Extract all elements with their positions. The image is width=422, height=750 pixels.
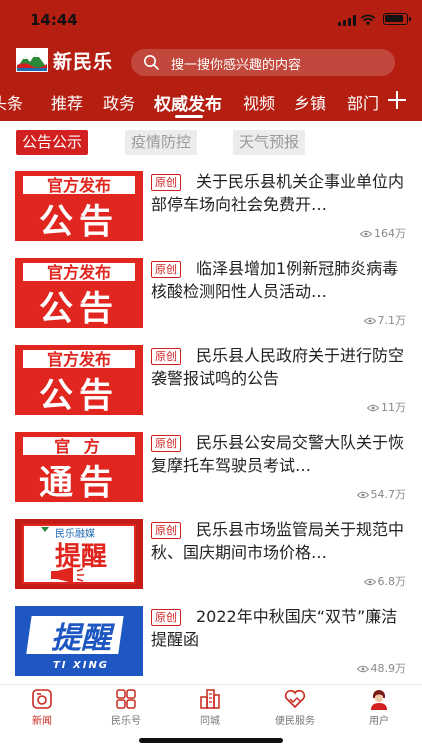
view-count-value: 11万 bbox=[381, 401, 406, 414]
tab-official-release[interactable]: 权威发布 bbox=[154, 90, 222, 115]
tab-department[interactable]: 部门 bbox=[347, 90, 379, 114]
svg-text:通告: 通告 bbox=[39, 463, 119, 502]
tab-township[interactable]: 乡镇 bbox=[294, 90, 326, 114]
tabbar-minlehao[interactable]: 民乐号 bbox=[96, 687, 156, 727]
svg-text:官方发布: 官方发布 bbox=[47, 350, 111, 369]
announcement-thumbnail: 官方发布 公告 bbox=[15, 258, 143, 328]
article-title: 民乐县公安局交警大队关于恢复摩托车驾驶员考试… bbox=[151, 433, 405, 475]
article-title: 关于民乐县机关企事业单位内部停车场向社会免费开… bbox=[151, 172, 405, 214]
view-count-value: 7.1万 bbox=[377, 314, 407, 327]
tabbar-services[interactable]: 便民服务 bbox=[265, 687, 325, 727]
svg-text:提醒: 提醒 bbox=[51, 621, 116, 656]
search-placeholder: 搜一搜你感兴趣的内容 bbox=[171, 58, 302, 73]
subtab-epidemic-control[interactable]: 疫情防控 bbox=[125, 130, 198, 155]
channel-tabs: 头条 推荐 政务 权威发布 视频 乡镇 部门 bbox=[0, 86, 386, 120]
mountain-logo-icon bbox=[16, 48, 48, 72]
list-item[interactable]: 提醒 TI XING 原创 2022年中秋国庆“双节”廉洁提醒函 48.9万 bbox=[0, 599, 422, 686]
tab-video[interactable]: 视频 bbox=[243, 90, 275, 114]
app-name: 新民乐 bbox=[53, 51, 114, 73]
tabbar-user[interactable]: 用户 bbox=[349, 687, 409, 727]
tab-recommend[interactable]: 推荐 bbox=[51, 90, 83, 114]
search-icon bbox=[144, 55, 159, 70]
article-title: 临泽县增加1例新冠肺炎病毒核酸检测阳性人员活动… bbox=[151, 259, 399, 301]
view-count-value: 6.8万 bbox=[377, 575, 407, 588]
user-avatar-icon bbox=[371, 690, 387, 710]
tabbar-label: 用户 bbox=[369, 716, 389, 727]
reminder-thumbnail: 民乐融媒 提醒 bbox=[15, 519, 143, 589]
tabbar-news[interactable]: 新闻 bbox=[12, 687, 72, 727]
view-count: 6.8万 bbox=[363, 573, 407, 589]
tabbar-label: 民乐号 bbox=[111, 716, 141, 727]
list-item[interactable]: 官方发布 公告 原创 临泽县增加1例新冠肺炎病毒核酸检测阳性人员活动… 7.1万 bbox=[0, 251, 422, 338]
eye-icon bbox=[356, 665, 369, 673]
list-item[interactable]: 官 方 通告 原创 民乐县公安局交警大队关于恢复摩托车驾驶员考试… 54.7万 bbox=[0, 425, 422, 512]
svg-text:民乐融媒: 民乐融媒 bbox=[55, 528, 95, 540]
tab-government[interactable]: 政务 bbox=[103, 90, 135, 114]
view-count: 11万 bbox=[367, 399, 406, 415]
eye-icon bbox=[363, 578, 376, 586]
add-channel-icon[interactable] bbox=[386, 89, 408, 111]
eye-icon bbox=[356, 491, 369, 499]
wifi-icon bbox=[360, 14, 376, 26]
search-bar[interactable]: 搜一搜你感兴趣的内容 bbox=[131, 49, 395, 76]
svg-text:官方发布: 官方发布 bbox=[47, 176, 111, 195]
subtab-weather[interactable]: 天气预报 bbox=[233, 130, 306, 155]
svg-text:TI XING: TI XING bbox=[53, 660, 109, 671]
top-header: 14:44 新民乐 搜一搜你感兴趣的内容 头条 推荐 政务 权威发布 视频 乡镇 bbox=[0, 0, 422, 121]
view-count-value: 54.7万 bbox=[370, 488, 407, 501]
notice-thumbnail: 官 方 通告 bbox=[15, 432, 143, 502]
city-icon bbox=[200, 689, 220, 709]
tabbar-city[interactable]: 同城 bbox=[180, 687, 240, 727]
tab-headline[interactable]: 头条 bbox=[0, 90, 23, 114]
view-count: 7.1万 bbox=[363, 312, 407, 328]
list-item[interactable]: 民乐融媒 提醒 原创 民乐县市场监管局关于规范中秋、国庆期间市场价格… 6.8万 bbox=[0, 512, 422, 599]
eye-icon bbox=[367, 404, 379, 412]
subtab-announcements[interactable]: 公告公示 bbox=[16, 130, 89, 155]
svg-text:公告: 公告 bbox=[39, 289, 119, 328]
article-title: 2022年中秋国庆“双节”廉洁提醒函 bbox=[151, 607, 398, 649]
svg-text:公告: 公告 bbox=[39, 202, 119, 241]
svg-text:公告: 公告 bbox=[39, 376, 119, 415]
grid-icon bbox=[116, 689, 136, 709]
list-item[interactable]: 官方发布 公告 原创 民乐县人民政府关于进行防空袭警报试鸣的公告 11万 bbox=[0, 338, 422, 425]
tabbar-label: 同城 bbox=[200, 716, 220, 727]
eye-icon bbox=[363, 317, 376, 325]
signal-icon bbox=[338, 15, 356, 26]
svg-text:官 方: 官 方 bbox=[54, 437, 104, 456]
view-count: 164万 bbox=[360, 225, 406, 241]
article-title: 民乐县人民政府关于进行防空袭警报试鸣的公告 bbox=[151, 346, 405, 388]
view-count: 48.9万 bbox=[356, 660, 407, 676]
handshake-heart-icon bbox=[284, 689, 306, 709]
article-title: 民乐县市场监管局关于规范中秋、国庆期间市场价格… bbox=[151, 520, 405, 562]
status-time: 14:44 bbox=[30, 11, 78, 29]
tabbar-label: 新闻 bbox=[32, 716, 52, 727]
battery-icon bbox=[383, 13, 411, 25]
home-indicator bbox=[139, 738, 283, 743]
view-count: 54.7万 bbox=[356, 486, 407, 502]
sub-category-tabs: 公告公示 疫情防控 天气预报 bbox=[0, 121, 422, 164]
announcement-thumbnail: 官方发布 公告 bbox=[15, 171, 143, 241]
view-count-value: 164万 bbox=[374, 227, 406, 240]
active-tab-indicator bbox=[175, 115, 203, 118]
news-icon bbox=[32, 689, 52, 709]
announcement-thumbnail: 官方发布 公告 bbox=[15, 345, 143, 415]
eye-icon bbox=[360, 230, 372, 238]
svg-text:官方发布: 官方发布 bbox=[47, 263, 111, 282]
svg-text:提醒: 提醒 bbox=[55, 542, 107, 572]
list-item[interactable]: 官方发布 公告 原创 关于民乐县机关企事业单位内部停车场向社会免费开… 164万 bbox=[0, 164, 422, 251]
tabbar-label: 便民服务 bbox=[275, 716, 315, 727]
status-bar: 14:44 bbox=[0, 0, 422, 40]
view-count-value: 48.9万 bbox=[370, 662, 407, 675]
reminder-blue-thumbnail: 提醒 TI XING bbox=[15, 606, 143, 676]
